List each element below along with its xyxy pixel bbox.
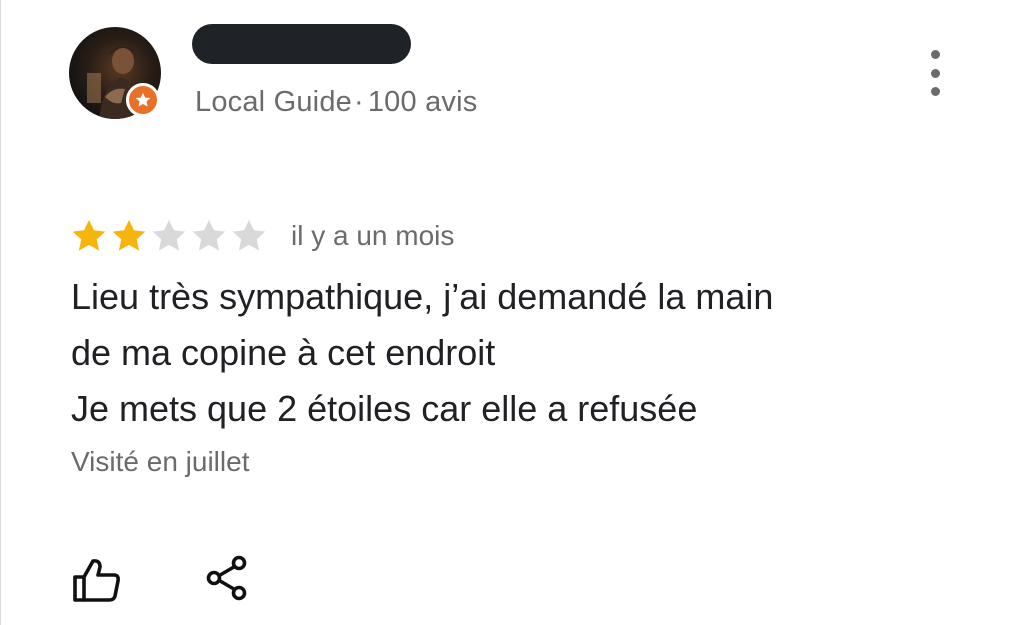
review-text-line: Lieu très sympathique, j’ai demandé la m… xyxy=(71,276,774,317)
star-empty-icon xyxy=(192,219,226,251)
star-filled-icon xyxy=(72,219,106,251)
avatar[interactable] xyxy=(69,27,161,119)
star-empty-icon xyxy=(152,219,186,251)
review-text: Lieu très sympathique, j’ai demandé la m… xyxy=(71,269,951,437)
star-rating xyxy=(69,217,269,255)
more-dot xyxy=(930,87,940,96)
more-dot xyxy=(930,50,940,59)
more-vert-icon[interactable] xyxy=(921,50,949,96)
review-time: il y a un mois xyxy=(291,220,455,251)
reviewer-meta: Local Guide· 100 avis xyxy=(195,86,477,119)
visited-date: Visité en juillet xyxy=(71,446,250,477)
rating-row: il y a un mois xyxy=(69,214,454,258)
reviewer-name-redacted xyxy=(192,24,411,64)
meta-separator: · xyxy=(353,86,364,118)
review-count: 100 avis xyxy=(367,86,478,118)
star-empty-icon xyxy=(232,219,266,251)
star-filled-icon xyxy=(112,219,146,251)
local-guide-label: Local Guide xyxy=(195,86,352,118)
local-guide-star-icon xyxy=(135,92,151,107)
thumbs-up-icon[interactable] xyxy=(71,556,123,604)
review-card: Local Guide· 100 avis il y a un mois Lieu… xyxy=(0,0,1024,625)
more-dot xyxy=(930,68,940,78)
local-guide-badge xyxy=(126,83,160,117)
share-icon[interactable] xyxy=(203,554,251,602)
review-text-line: Je mets que 2 étoiles car elle a refusée xyxy=(71,388,698,429)
review-text-line: de ma copine à cet endroit xyxy=(71,332,496,373)
